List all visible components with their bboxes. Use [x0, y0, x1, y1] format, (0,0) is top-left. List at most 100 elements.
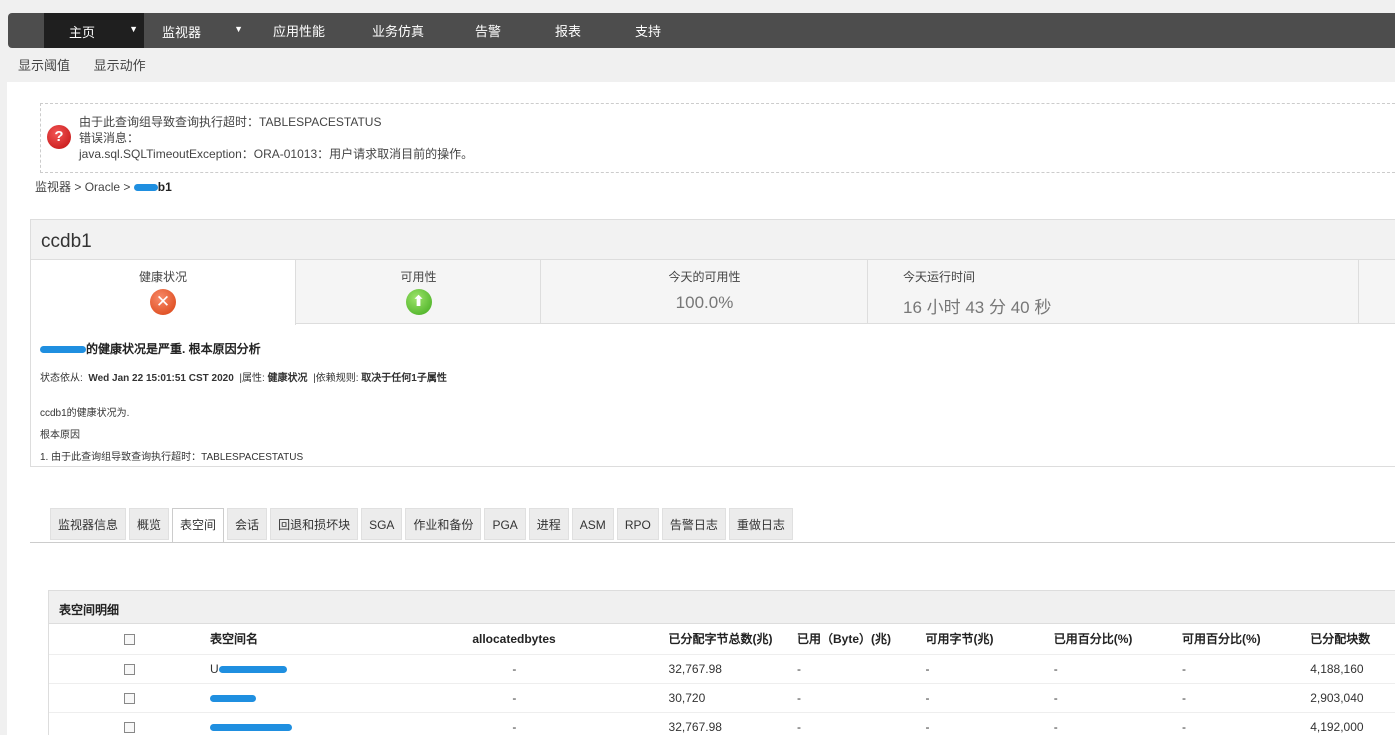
nav-monitors-label: 监视器: [162, 25, 202, 40]
table-row[interactable]: U -32,767.98- - - -4,188,160: [49, 654, 1395, 684]
select-all-checkbox[interactable]: [123, 634, 135, 646]
used-pct-cell: -: [1053, 654, 1182, 684]
breadcrumb-monitors[interactable]: 监视器: [35, 180, 71, 194]
blocks-cell: 4,188,160: [1310, 654, 1395, 684]
col-header[interactable]: 可用百分比(%): [1181, 624, 1311, 655]
availability-stat[interactable]: 可用性 ⬆: [297, 260, 541, 324]
show-actions-link[interactable]: 显示动作: [94, 58, 146, 73]
row-select-cell: [49, 712, 210, 735]
tablespace-table: 表空间名 allocatedbytes 已分配字节总数(兆) 已用（Byte）(…: [49, 624, 1395, 735]
redaction-mark: [133, 184, 158, 192]
tablespace-name-cell[interactable]: U: [209, 654, 383, 684]
table-row[interactable]: -32,767.98- - - -4,192,000: [49, 712, 1395, 735]
root-cause-item: 1. 由于此查询组导致查询执行超时：TABLESPACESTATUS: [40, 452, 304, 463]
tablespace-detail-title: 表空间明细: [49, 591, 1395, 624]
nav-monitors[interactable]: 监视器 ▼: [144, 13, 249, 48]
col-header[interactable]: 表空间名: [209, 624, 383, 655]
col-header[interactable]: 已分配字节总数(兆): [668, 624, 798, 655]
used-pct-cell: -: [1053, 683, 1182, 713]
tablespace-name-cell[interactable]: [209, 712, 383, 735]
col-header[interactable]: 已用百分比(%): [1053, 624, 1182, 655]
error-line-1: 由于此查询组导致查询执行超时：TABLESPACESTATUS: [79, 115, 382, 129]
allocated-mb-cell: 32,767.98: [668, 654, 798, 684]
tab-1[interactable]: 概览: [129, 508, 170, 540]
row-select-cell: [49, 654, 210, 684]
uptime-label: 今天运行时间: [903, 270, 976, 284]
today-availability-value: 100.0%: [675, 293, 734, 312]
today-availability-stat: 今天的可用性 100.0%: [542, 260, 868, 324]
col-header[interactable]: 可用字节(兆): [925, 624, 1054, 655]
nav-alarms[interactable]: 告警: [447, 13, 529, 48]
attribute-value: 健康状况: [267, 373, 308, 384]
nav-home[interactable]: 主页 ▼: [44, 13, 144, 48]
breadcrumb: 监视器 > Oracle > b1: [35, 178, 172, 195]
select-all-cell: [49, 624, 210, 655]
row-select-cell: [49, 683, 210, 713]
availability-label: 可用性: [400, 270, 437, 284]
attribute-label: |属性:: [239, 373, 265, 384]
submenu: 显示阈值 显示动作: [18, 55, 166, 74]
nav-support[interactable]: 支持: [607, 13, 689, 48]
breadcrumb-separator: >: [71, 180, 85, 194]
nav-simulation[interactable]: 业务仿真: [349, 13, 447, 48]
chevron-down-icon[interactable]: ▼: [129, 24, 138, 34]
tab-9[interactable]: ASM: [571, 508, 614, 540]
table-header-row: 表空间名 allocatedbytes 已分配字节总数(兆) 已用（Byte）(…: [49, 624, 1395, 655]
used-pct-cell: -: [1053, 712, 1182, 735]
status-label: 状态依从:: [40, 373, 83, 384]
tab-2[interactable]: 表空间: [172, 508, 225, 543]
monitor-stats: 健康状况 ✕ 可用性 ⬆ 今天的可用性 100.0% 今天运行时间 16 小时 …: [31, 260, 1395, 325]
col-header[interactable]: 已用（Byte）(兆): [797, 624, 926, 655]
health-stat[interactable]: 健康状况 ✕: [31, 260, 296, 325]
tablespace-detail-box: 表空间明细 表空间名 allocatedbytes 已分配字节总数(兆) 已用（…: [48, 590, 1395, 735]
top-navbar: 主页 ▼ 监视器 ▼ 应用性能 业务仿真 告警 报表 支持: [8, 13, 1395, 48]
up-arrow-icon[interactable]: ⬆: [405, 289, 432, 315]
redaction-mark: [218, 665, 287, 673]
tab-11[interactable]: 告警日志: [661, 508, 726, 540]
chevron-down-icon[interactable]: ▼: [234, 24, 243, 34]
rule-value: 取决于任何1子属性: [361, 373, 447, 384]
rule-label: |依赖规则:: [313, 373, 359, 384]
table-row[interactable]: -30,720- - - -2,903,040: [49, 683, 1395, 713]
today-availability-label: 今天的可用性: [668, 270, 741, 284]
free-pct-cell: -: [1181, 683, 1311, 713]
tab-4[interactable]: 回退和损坏块: [270, 508, 359, 540]
tab-7[interactable]: PGA: [484, 508, 526, 540]
tab-8[interactable]: 进程: [528, 508, 569, 540]
free-pct-cell: -: [1181, 654, 1311, 684]
status-time: Wed Jan 22 15:01:51 CST 2020: [88, 373, 234, 384]
tablespace-name-cell[interactable]: [209, 683, 383, 713]
free-cell: -: [925, 654, 1054, 684]
col-header[interactable]: allocatedbytes: [382, 624, 669, 655]
tab-12[interactable]: 重做日志: [728, 508, 793, 540]
breadcrumb-oracle[interactable]: Oracle: [85, 180, 120, 194]
tab-0[interactable]: 监视器信息: [50, 508, 127, 540]
breadcrumb-separator: >: [120, 180, 134, 194]
tab-5[interactable]: SGA: [361, 508, 403, 540]
free-cell: -: [925, 683, 1054, 713]
nav-apm[interactable]: 应用性能: [249, 13, 349, 48]
show-thresholds-link[interactable]: 显示阈值: [18, 58, 70, 73]
tab-3[interactable]: 会话: [227, 508, 268, 540]
rca-title-text: 的健康状况是严重. 根本原因分析: [86, 342, 261, 356]
nav-home-label: 主页: [69, 25, 96, 40]
allocated-mb-cell: 30,720: [668, 683, 798, 713]
critical-x-icon[interactable]: ✕: [150, 289, 176, 315]
tablespace-name[interactable]: U: [210, 662, 219, 676]
tab-6[interactable]: 作业和备份: [405, 508, 482, 540]
monitor-name: ccdb1: [31, 220, 1395, 260]
nav-reports[interactable]: 报表: [529, 13, 607, 48]
tab-10[interactable]: RPO: [616, 508, 659, 540]
rca-title: 的健康状况是严重. 根本原因分析: [40, 340, 1391, 357]
error-line-2: 错误消息：: [79, 131, 140, 145]
allocatedbytes-cell: -: [382, 654, 669, 684]
row-checkbox[interactable]: [123, 692, 135, 704]
col-header[interactable]: 已分配块数: [1310, 624, 1395, 655]
error-line-3: java.sql.SQLTimeoutException：ORA-01013：用…: [79, 147, 474, 161]
row-checkbox[interactable]: [123, 663, 135, 675]
blocks-cell: 2,903,040: [1310, 683, 1395, 713]
redaction-mark: [209, 723, 292, 731]
breadcrumb-current: b1: [157, 180, 172, 194]
tab-bar: 监视器信息 概览 表空间 会话 回退和损坏块 SGA 作业和备份 PGA 进程 ASM RPO 告警日…: [50, 508, 796, 543]
row-checkbox[interactable]: [123, 721, 135, 733]
